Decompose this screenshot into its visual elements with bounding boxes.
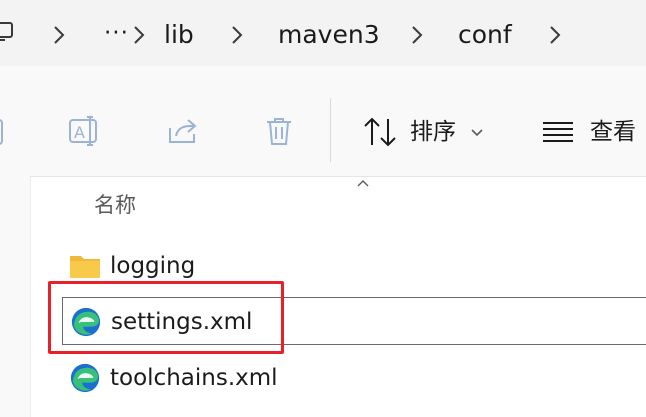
svg-text:A: A <box>74 123 85 142</box>
folder-icon <box>70 256 100 278</box>
chevron-right-icon[interactable] <box>132 24 146 46</box>
command-bar: A 排序 查看 <box>0 66 646 176</box>
view-label: 查看 <box>590 119 636 145</box>
breadcrumb-overflow[interactable]: ··· <box>104 19 129 47</box>
chevron-right-icon[interactable] <box>52 24 66 46</box>
chevron-right-icon[interactable] <box>410 24 424 46</box>
share-icon[interactable] <box>166 114 200 148</box>
command-separator <box>330 98 331 162</box>
sort-icon <box>364 117 396 147</box>
file-row-settings-xml[interactable]: settings.xml <box>62 297 646 345</box>
breadcrumb-lib[interactable]: lib <box>164 19 194 51</box>
address-bar[interactable]: ··· lib maven3 conf <box>0 0 646 67</box>
file-row-logging[interactable]: logging <box>62 242 646 290</box>
view-list-icon <box>543 122 573 142</box>
edge-file-icon <box>70 363 100 393</box>
file-name: settings.xml <box>111 309 253 335</box>
paste-icon[interactable] <box>0 116 8 146</box>
header-divider <box>30 176 646 177</box>
sort-button[interactable]: 排序 <box>360 106 490 160</box>
computer-icon[interactable] <box>0 20 14 44</box>
chevron-down-icon <box>471 129 483 137</box>
file-name: toolchains.xml <box>110 365 278 391</box>
sort-label: 排序 <box>410 119 456 145</box>
chevron-right-icon[interactable] <box>548 24 562 46</box>
trash-icon[interactable] <box>262 114 296 148</box>
edge-file-icon <box>71 307 101 337</box>
view-button[interactable]: 查看 <box>540 106 646 160</box>
file-row-toolchains-xml[interactable]: toolchains.xml <box>62 354 646 402</box>
file-name: logging <box>110 253 196 279</box>
breadcrumb-maven3[interactable]: maven3 <box>278 19 380 51</box>
breadcrumb-conf[interactable]: conf <box>458 19 512 51</box>
rename-icon[interactable]: A <box>68 114 102 148</box>
sort-up-caret-icon <box>357 180 369 187</box>
column-header-name[interactable]: 名称 <box>94 190 136 220</box>
chevron-right-icon[interactable] <box>230 24 244 46</box>
navigation-pane-edge[interactable] <box>0 176 31 417</box>
